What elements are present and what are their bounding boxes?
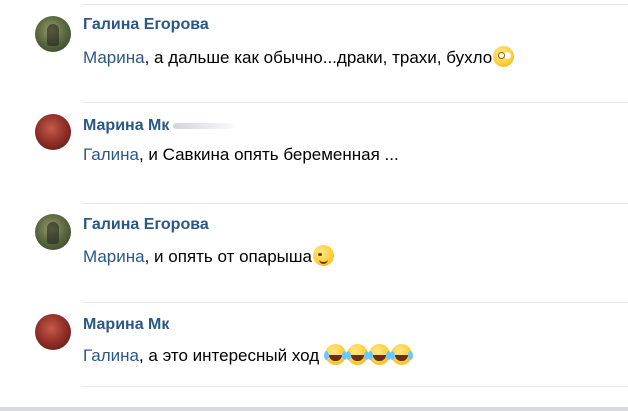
avatar[interactable]	[35, 114, 71, 150]
separator	[82, 203, 628, 204]
tears-of-joy-icon	[345, 344, 368, 365]
mention-link[interactable]: Марина	[83, 48, 145, 67]
avatar[interactable]	[35, 314, 71, 350]
separator	[82, 4, 628, 5]
comment-text: Галина, а это интересный ход	[83, 344, 412, 366]
comment-body: , а дальше как обычно...драки, трахи, бу…	[144, 48, 493, 67]
mention-link[interactable]: Галина	[83, 145, 139, 164]
avatar[interactable]	[35, 214, 71, 250]
comment-thread: Галина Егорова Марина, а дальше как обыч…	[0, 0, 628, 411]
comment-text: Марина, и опять от опарыша	[83, 245, 334, 267]
tears-of-joy-icon	[389, 344, 412, 365]
separator	[82, 302, 628, 303]
comment-author[interactable]: Галина Егорова	[83, 216, 209, 234]
separator	[82, 102, 628, 103]
comment-author[interactable]: Марина Мк	[83, 316, 169, 334]
comment-body: , и Савкина опять беременная ...	[138, 145, 399, 164]
comment-text: Галина, и Савкина опять беременная ...	[83, 145, 399, 165]
winking-face-icon	[312, 245, 334, 266]
comment-text: Марина, а дальше как обычно...драки, тра…	[83, 46, 515, 68]
bottom-divider	[0, 407, 628, 411]
rolling-eyes-icon	[493, 46, 515, 67]
separator	[82, 386, 628, 387]
tears-of-joy-icon	[367, 344, 390, 365]
tears-of-joy-icon	[323, 344, 346, 365]
comment-author[interactable]: Галина Егорова	[83, 16, 209, 34]
comment-body: , и опять от опарыша	[144, 247, 312, 266]
avatar[interactable]	[35, 16, 71, 52]
comment-author[interactable]: Марина Мк	[83, 117, 234, 135]
comment-body: , а это интересный ход	[138, 346, 324, 365]
mention-link[interactable]: Галина	[83, 346, 139, 365]
mention-link[interactable]: Марина	[83, 247, 145, 266]
